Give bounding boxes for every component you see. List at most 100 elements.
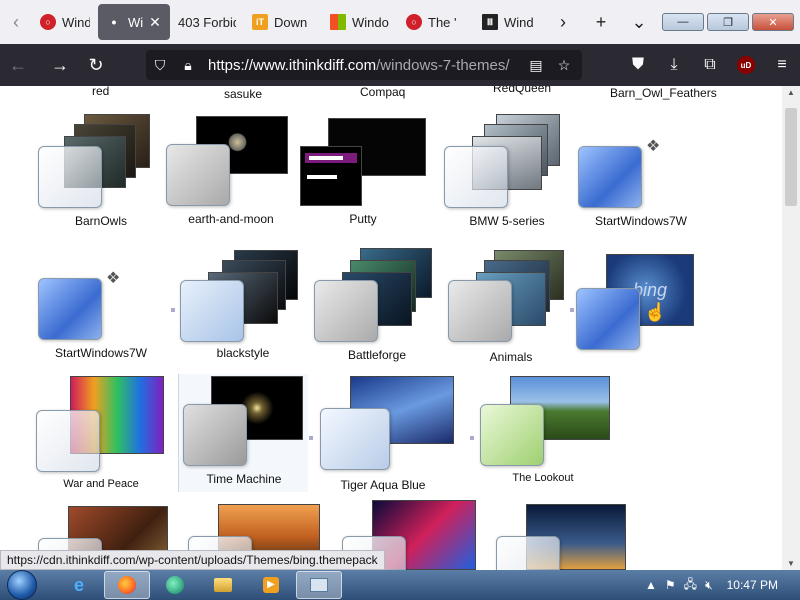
reload-icon[interactable]: ↻	[78, 44, 114, 86]
scroll-up-icon[interactable]: ▲	[787, 88, 795, 97]
tab-label: Wind	[504, 14, 534, 30]
theme-caption[interactable]: Compaq	[360, 86, 405, 99]
scrollbar-thumb[interactable]	[785, 108, 797, 206]
opera-red-icon: ○	[40, 14, 56, 30]
downloads-icon[interactable]: ⤓	[656, 44, 692, 86]
theme-caption[interactable]: Barn_Owl_Feathers	[610, 86, 717, 100]
dot-icon: •	[111, 14, 117, 30]
tab-2[interactable]: 403 Forbid	[170, 4, 244, 40]
theme-item[interactable]	[494, 500, 626, 570]
action-center-flag-icon[interactable]: ⚑	[665, 578, 676, 592]
theme-glass-swatch	[480, 404, 544, 466]
separator-dot	[570, 308, 574, 312]
tab-label: The '	[428, 14, 457, 30]
theme-glass-swatch	[448, 280, 512, 342]
explorer-icon[interactable]	[200, 571, 246, 599]
restore-button[interactable]: ❐	[707, 13, 749, 31]
close-window-button[interactable]: ✕	[752, 13, 794, 31]
theme-item[interactable]: bing ☝	[576, 246, 706, 374]
tab-5[interactable]: ○ The '	[398, 4, 474, 40]
clock[interactable]: 10:47 PM	[727, 578, 778, 592]
theme-item[interactable]: BMW 5-series	[442, 112, 572, 240]
theme-item[interactable]: The Lookout	[478, 374, 610, 502]
tracking-protection-icon[interactable]: ⛉	[146, 50, 174, 80]
extensions-icon[interactable]: ⧉	[692, 44, 728, 86]
url-text[interactable]: https://www.ithinkdiff.com/windows-7-the…	[208, 57, 510, 74]
ublock-origin-icon[interactable]: uD	[728, 44, 764, 86]
separator-dot	[470, 436, 474, 440]
opera-red-icon: ○	[406, 14, 422, 30]
media-center-icon[interactable]	[152, 571, 198, 599]
navigation-toolbar: ← → ↻ ⛉ 🔒︎ https://www.ithinkdiff.com/wi…	[0, 44, 800, 86]
theme-item[interactable]: earth-and-moon	[166, 112, 296, 240]
separator-dot	[309, 436, 313, 440]
tab-1[interactable]: • Wi ✕	[98, 4, 170, 40]
theme-name: StartWindows7W	[594, 214, 688, 228]
tab-label: Windo	[352, 14, 389, 30]
tab-3[interactable]: iT Down	[244, 4, 322, 40]
list-all-tabs-icon[interactable]: ⌄	[620, 0, 658, 44]
museum-icon: Ⅲ	[482, 14, 498, 30]
tab-4[interactable]: Windo	[322, 4, 398, 40]
ie-icon[interactable]: e	[56, 571, 102, 599]
start-button[interactable]	[0, 570, 44, 600]
theme-item[interactable]: BarnOwls	[36, 112, 166, 240]
system-tray: ▲ ⚑ 🖧︎ 🔇︎ 10:47 PM	[645, 575, 800, 596]
theme-item[interactable]: Tiger Aqua Blue	[318, 374, 454, 502]
theme-item[interactable]: Putty	[298, 112, 428, 240]
pocket-icon[interactable]: ⛊	[620, 44, 656, 86]
theme-item[interactable]: Animals	[446, 246, 576, 374]
theme-glass-swatch	[36, 410, 100, 472]
theme-item[interactable]: War and Peace	[36, 374, 172, 502]
windows-flag-icon: ❖	[106, 270, 121, 287]
reader-view-icon[interactable]: ▤	[522, 50, 550, 80]
theme-glass-swatch	[38, 278, 102, 340]
bookmark-star-icon[interactable]: ☆	[550, 50, 578, 80]
tab-scroll-right-icon[interactable]: ›	[544, 0, 582, 44]
theme-caption[interactable]: RedQueen	[493, 86, 551, 95]
url-bar[interactable]: ⛉ 🔒︎ https://www.ithinkdiff.com/windows-…	[146, 50, 582, 80]
lock-icon[interactable]: 🔒︎	[174, 50, 202, 80]
back-icon[interactable]: ←	[0, 44, 36, 86]
theme-glass-swatch	[38, 146, 102, 208]
theme-caption[interactable]: red	[92, 86, 109, 98]
minimize-button[interactable]: —	[662, 13, 704, 31]
volume-muted-icon[interactable]: 🔇︎	[705, 578, 713, 593]
theme-name: BMW 5-series	[469, 214, 545, 228]
tab-label: 403 Forbid	[178, 14, 236, 30]
scroll-down-icon[interactable]: ▼	[787, 559, 795, 568]
media-player-icon[interactable]: ▶	[248, 571, 294, 599]
forward-icon[interactable]: →	[42, 44, 78, 86]
theme-glass-swatch	[496, 536, 560, 570]
putty-line	[307, 175, 337, 179]
tab-0[interactable]: ○ Wind	[32, 4, 98, 40]
new-tab-icon[interactable]: +	[582, 0, 620, 44]
windows-flag-icon: ❖	[646, 138, 661, 155]
remote-icon[interactable]	[296, 571, 342, 599]
close-tab-icon[interactable]: ✕	[149, 14, 161, 31]
theme-item[interactable]: ❖ StartWindows7W	[36, 246, 166, 374]
show-hidden-icons-icon[interactable]: ▲	[645, 578, 657, 592]
hand-cursor-icon: ☝	[644, 302, 667, 322]
theme-caption[interactable]: sasuke	[224, 87, 262, 101]
vertical-scrollbar[interactable]: ▲ ▼	[782, 86, 800, 570]
theme-preview-image	[300, 146, 362, 206]
theme-glass-swatch	[320, 408, 390, 470]
separator-dot	[171, 308, 175, 312]
theme-item[interactable]: ❖ StartWindows7W	[576, 112, 706, 240]
taskbar: e ▶ ▲ ⚑ 🖧︎ 🔇︎ 10:47 PM	[0, 570, 800, 600]
theme-glass-swatch	[180, 280, 244, 342]
theme-item[interactable]: blackstyle	[178, 246, 308, 374]
firefox-icon[interactable]	[104, 571, 150, 599]
menu-icon[interactable]: ≡	[764, 44, 800, 86]
tab-6[interactable]: Ⅲ Wind	[474, 4, 544, 40]
theme-item[interactable]: Battleforge	[312, 246, 442, 374]
theme-name: Tiger Aqua Blue	[340, 478, 426, 492]
tab-scroll-left-icon[interactable]: ‹	[0, 0, 32, 44]
theme-glass-swatch	[183, 404, 247, 466]
network-icon[interactable]: 🖧︎	[684, 575, 697, 596]
theme-name: Time Machine	[206, 472, 282, 486]
tab-label: Down	[274, 14, 308, 30]
theme-item[interactable]: Time Machine	[178, 374, 308, 492]
theme-name: Animals	[489, 350, 533, 364]
